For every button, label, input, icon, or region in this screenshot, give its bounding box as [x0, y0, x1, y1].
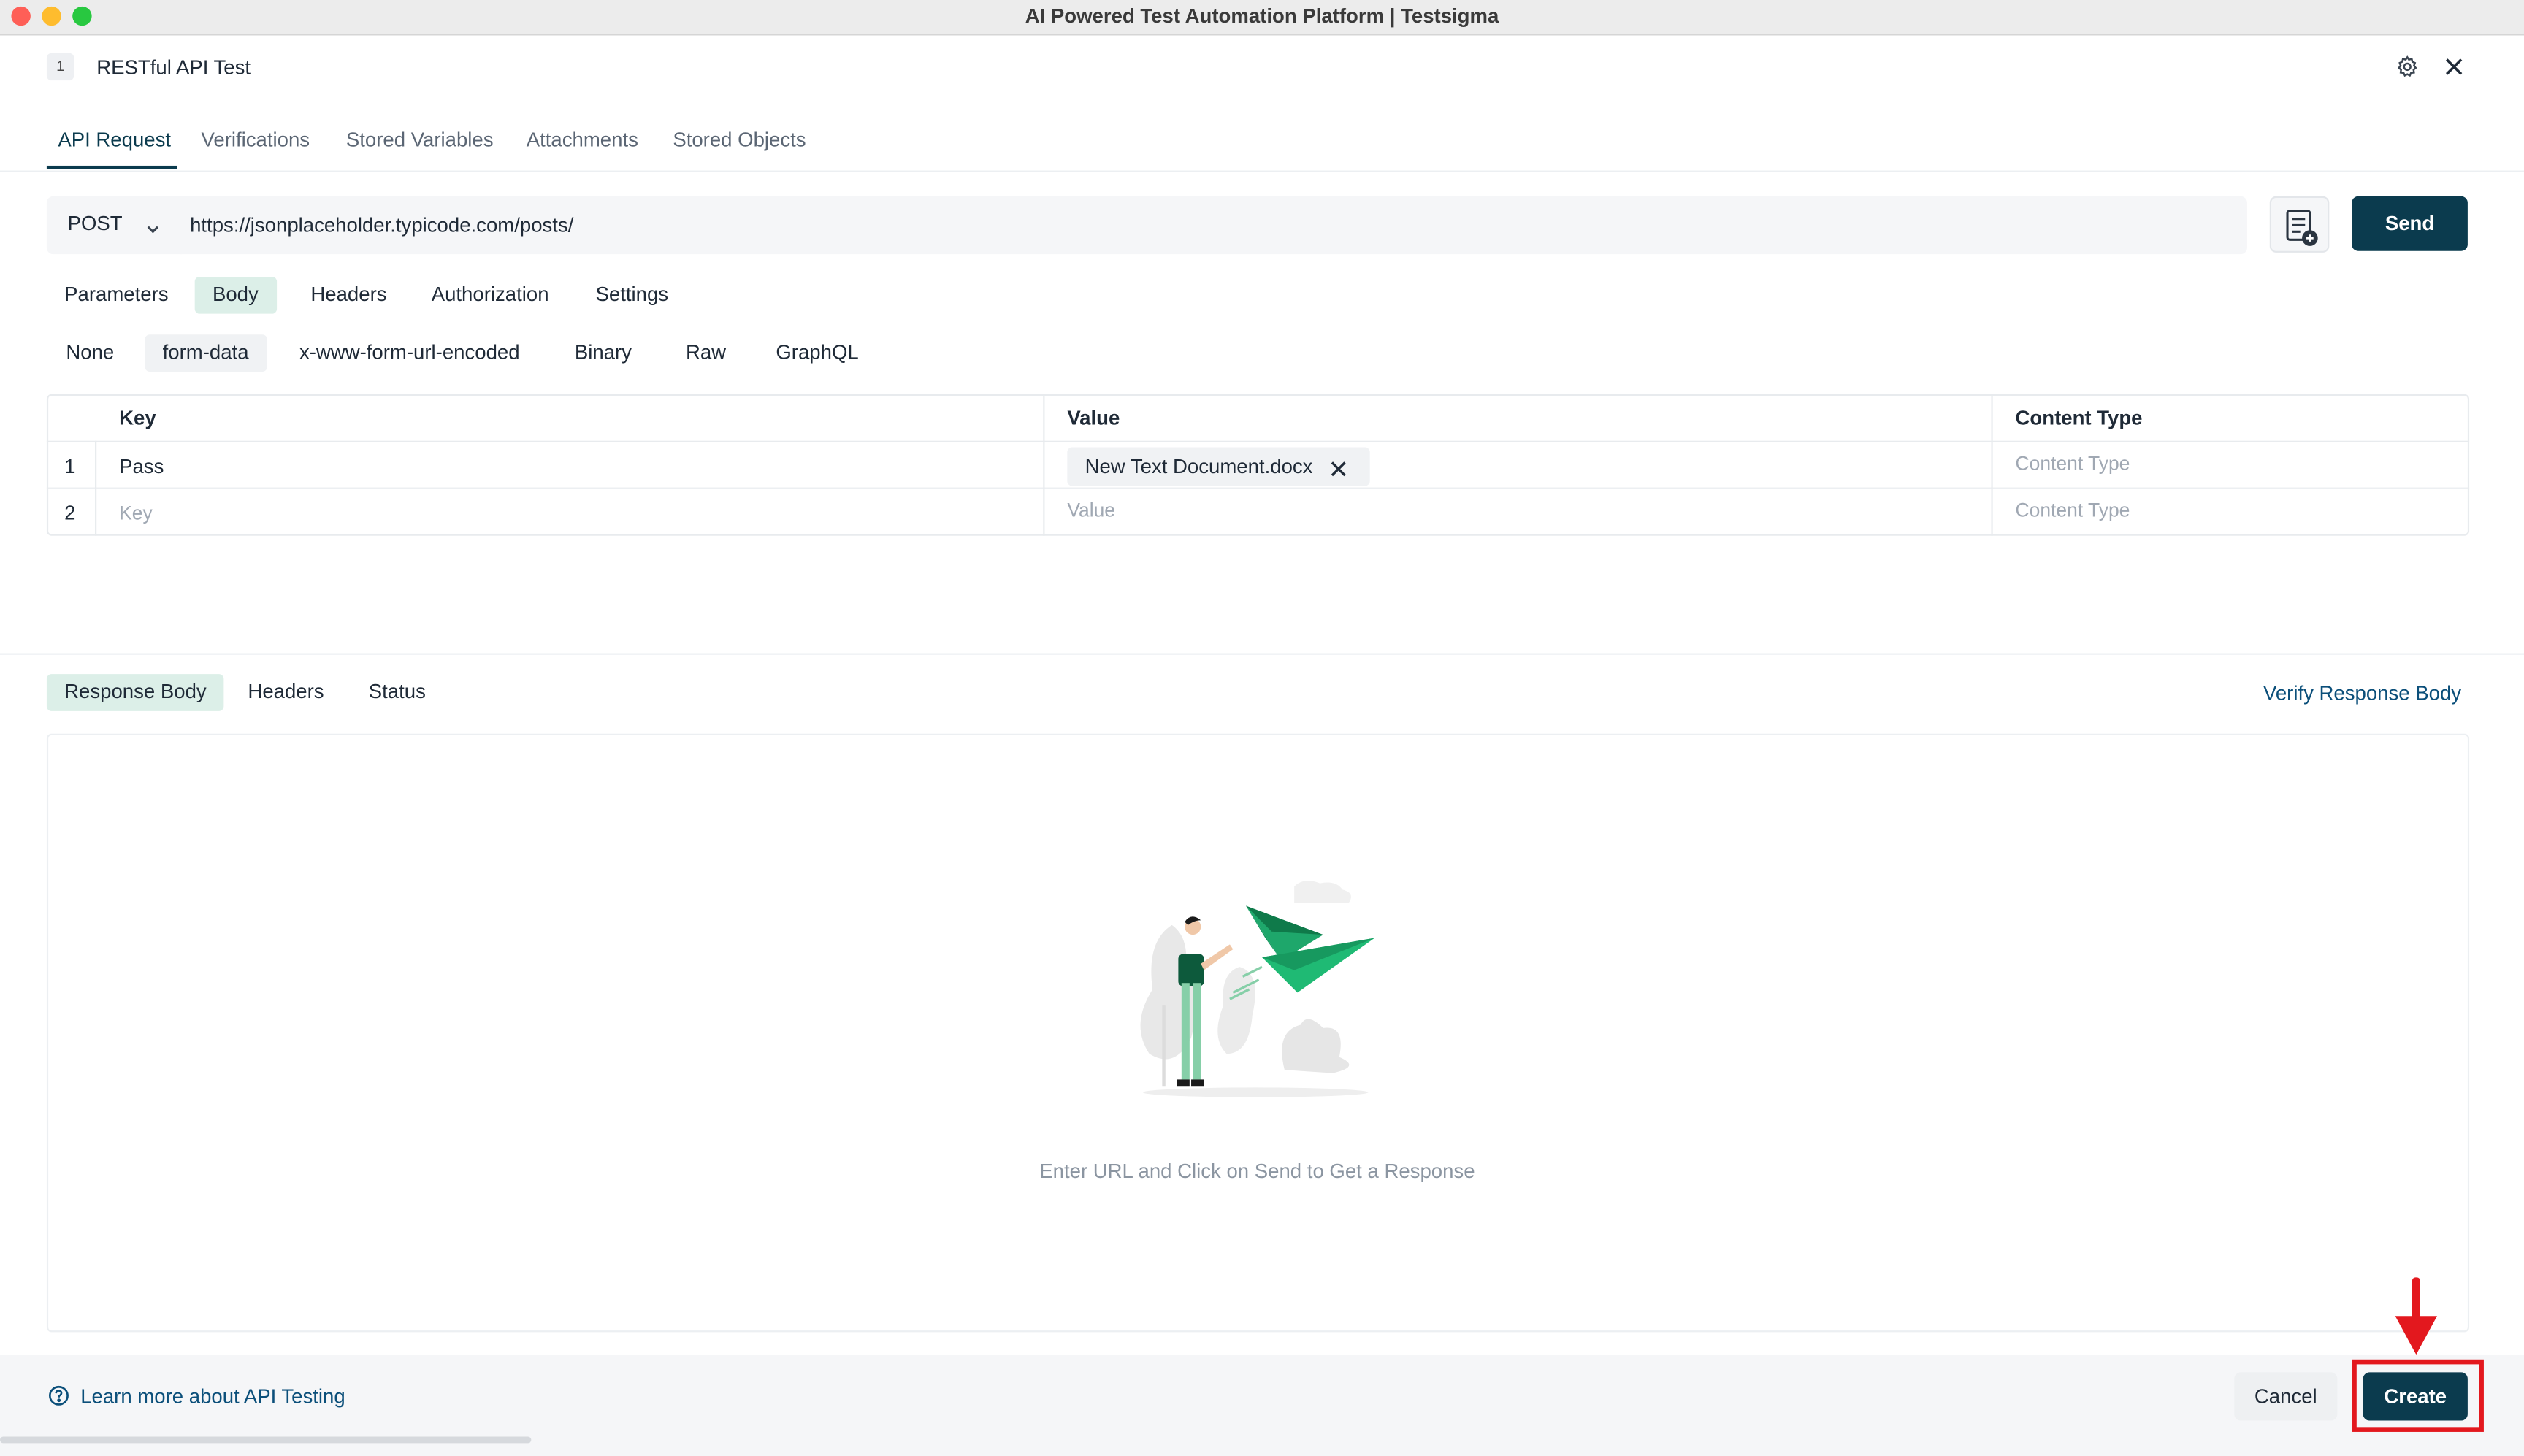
- row-index: 2: [64, 502, 76, 525]
- save-request-button[interactable]: [2269, 196, 2330, 253]
- row-index: 1: [64, 455, 76, 478]
- annotation-arrow-icon: [2392, 1274, 2440, 1358]
- document-add-icon: [2286, 210, 2318, 246]
- tab-parameters[interactable]: Parameters: [47, 277, 186, 314]
- learn-more-link[interactable]: Learn more about API Testing: [80, 1385, 345, 1408]
- column-header-content-type: Content Type: [2015, 407, 2143, 430]
- tab-response-headers[interactable]: Headers: [230, 674, 342, 711]
- tab-response-status[interactable]: Status: [351, 674, 443, 711]
- table-header-divider: [46, 440, 2470, 442]
- cancel-button[interactable]: Cancel: [2234, 1372, 2338, 1421]
- method-value: POST: [67, 212, 123, 235]
- empty-response-message: Enter URL and Click on Send to Get a Res…: [1039, 1160, 1475, 1183]
- tab-headers[interactable]: Headers: [293, 277, 405, 314]
- row-key-input[interactable]: Key: [119, 502, 153, 524]
- table-col-divider: [95, 440, 97, 536]
- content-type-input[interactable]: Content Type: [2016, 499, 2130, 521]
- body-type-raw[interactable]: Raw: [668, 334, 744, 372]
- row-value-input[interactable]: Value: [1067, 499, 1115, 521]
- tab-attachments[interactable]: Attachments: [527, 129, 638, 151]
- file-chip-name: New Text Document.docx: [1085, 455, 1313, 478]
- step-title: RESTful API Test: [96, 56, 251, 79]
- annotation-highlight-box: [2352, 1359, 2484, 1432]
- window-title: AI Powered Test Automation Platform | Te…: [1025, 4, 1499, 28]
- body-type-binary[interactable]: Binary: [557, 334, 650, 372]
- section-divider: [0, 653, 2524, 655]
- body-type-none[interactable]: None: [48, 334, 131, 372]
- tab-api-request[interactable]: API Request: [58, 129, 171, 151]
- verify-response-body-link[interactable]: Verify Response Body: [2263, 682, 2461, 705]
- active-tab-indicator: [46, 165, 177, 169]
- table-col-divider: [1043, 394, 1045, 536]
- tab-settings[interactable]: Settings: [578, 277, 686, 314]
- body-type-urlencoded[interactable]: x-www-form-url-encoded: [282, 334, 538, 372]
- remove-file-icon[interactable]: [1330, 457, 1347, 477]
- gear-icon[interactable]: [2395, 55, 2420, 79]
- row-key-input[interactable]: Pass: [119, 456, 164, 478]
- body-type-form-data[interactable]: form-data: [145, 334, 267, 372]
- body-type-graphql[interactable]: GraphQL: [758, 334, 876, 372]
- column-header-value: Value: [1067, 407, 1120, 430]
- tab-stored-variables[interactable]: Stored Variables: [346, 129, 494, 151]
- column-header-key: Key: [119, 407, 156, 430]
- tab-authorization[interactable]: Authorization: [413, 277, 566, 314]
- close-icon[interactable]: [2444, 56, 2465, 77]
- url-value: https://jsonplaceholder.typicode.com/pos…: [190, 214, 574, 237]
- horizontal-scrollbar[interactable]: [0, 1436, 532, 1444]
- step-number-badge: 1: [46, 53, 74, 81]
- content-type-input[interactable]: Content Type: [2016, 452, 2130, 475]
- tab-stored-objects[interactable]: Stored Objects: [673, 129, 806, 151]
- help-circle-icon: [48, 1385, 69, 1406]
- table-row-divider: [46, 487, 2470, 489]
- send-button[interactable]: Send: [2352, 196, 2468, 251]
- chevron-down-icon: [145, 215, 161, 234]
- empty-state-illustration: [1127, 877, 1385, 1102]
- tab-response-body[interactable]: Response Body: [46, 674, 224, 711]
- tabs-divider: [0, 170, 2524, 172]
- table-col-divider: [1991, 394, 1993, 536]
- tab-verifications[interactable]: Verifications: [202, 129, 310, 151]
- tab-body[interactable]: Body: [194, 276, 277, 314]
